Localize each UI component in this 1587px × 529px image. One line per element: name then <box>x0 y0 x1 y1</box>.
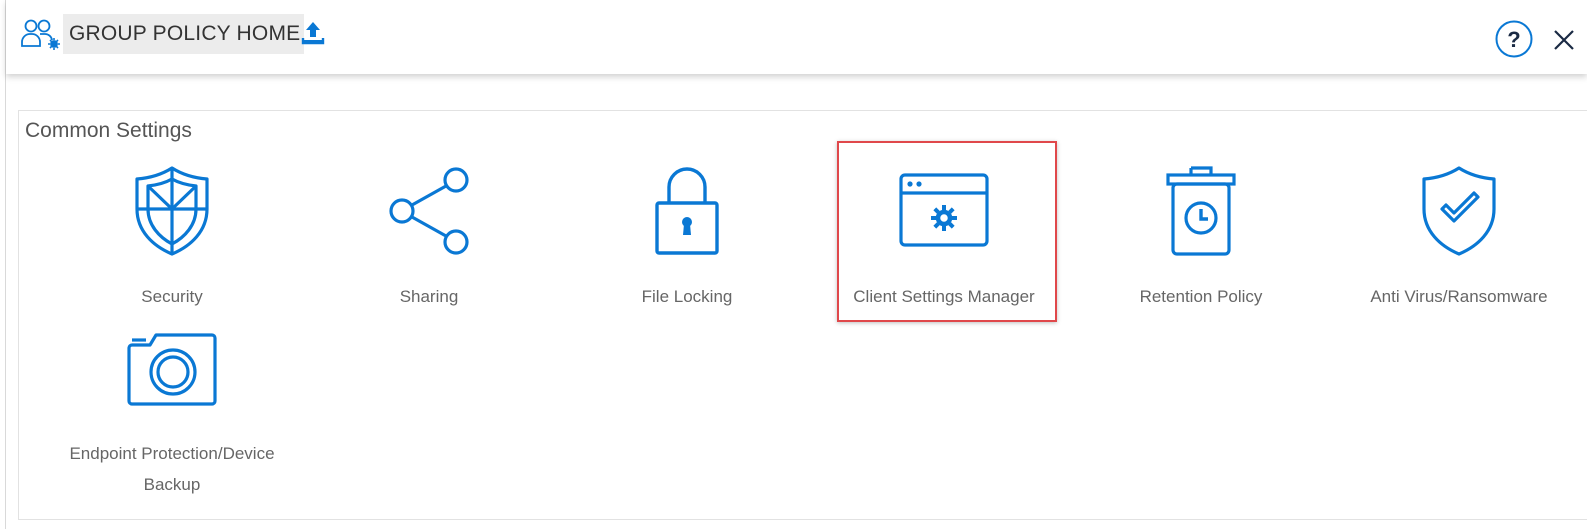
tile-file-locking[interactable]: File Locking <box>572 165 802 315</box>
window-gear-icon <box>899 173 989 247</box>
tile-sharing[interactable]: Sharing <box>314 165 544 315</box>
tile-label: Client Settings Manager <box>853 287 1035 306</box>
tile-security[interactable]: Security <box>57 165 287 315</box>
tile-label: Endpoint Protection/Device Backup <box>69 444 275 494</box>
page-title: GROUP POLICY HOME <box>63 14 305 54</box>
help-label: ? <box>1507 27 1520 52</box>
help-circle-icon[interactable]: ? <box>1495 20 1533 58</box>
tile-label: Sharing <box>399 287 459 306</box>
tile-label: Retention Policy <box>1139 287 1263 306</box>
tile-label: Anti Virus/Ransomware <box>1370 287 1548 306</box>
common-settings-panel: Common Settings Security Sharing File Lo… <box>18 110 1587 520</box>
users-gear-icon <box>20 18 62 50</box>
share-icon <box>389 167 469 255</box>
shield-icon <box>135 166 209 256</box>
tile-label: File Locking <box>641 287 733 306</box>
group-policy-page: GROUP POLICY HOME ? Common Settings Secu… <box>0 0 1587 529</box>
left-border <box>5 0 6 529</box>
tile-endpoint-protection-device-backup[interactable]: Endpoint Protection/Device Backup <box>57 331 287 506</box>
lock-icon <box>655 167 719 255</box>
tile-retention-policy[interactable]: Retention Policy <box>1086 165 1316 315</box>
header-bar: GROUP POLICY HOME ? <box>6 0 1587 74</box>
close-icon[interactable] <box>1549 25 1579 55</box>
section-title: Common Settings <box>25 119 192 142</box>
tile-client-settings-manager[interactable]: Client Settings Manager <box>829 165 1059 315</box>
tile-label: Security <box>141 287 203 306</box>
camera-icon <box>127 333 217 406</box>
tile-anti-virus-ransomware[interactable]: Anti Virus/Ransomware <box>1344 165 1574 315</box>
upload-icon[interactable] <box>300 20 326 46</box>
trash-clock-icon <box>1166 166 1236 256</box>
shield-check-icon <box>1422 166 1496 256</box>
